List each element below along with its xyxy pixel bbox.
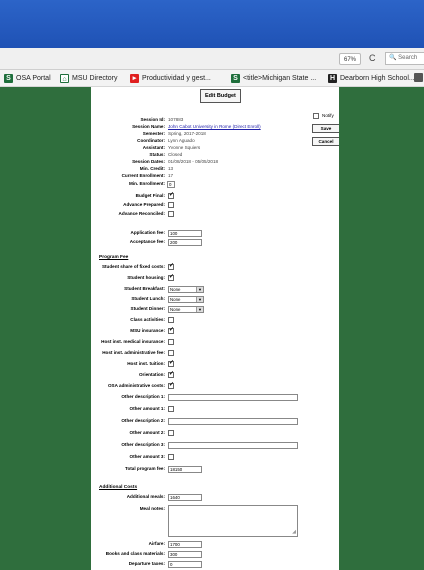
budget-final-label: Budget Final: <box>135 193 165 198</box>
current-enrollment-value: 17 <box>168 173 174 178</box>
search-placeholder: Search <box>398 55 418 61</box>
other-amount-1-label: Other amount 1: <box>129 406 165 411</box>
lunch-value: None <box>170 297 181 302</box>
meal-notes-label: Meal notes: <box>139 506 165 511</box>
bookmark-michigan-state[interactable]: S <title>Michigan State ... <box>231 73 316 84</box>
dinner-select[interactable]: None ▼ <box>168 306 204 313</box>
fixed-costs-checkbox[interactable] <box>168 262 174 270</box>
meal-notes-textarea[interactable]: ◢ <box>168 505 298 537</box>
class-activities-label: Class activities: <box>130 317 165 322</box>
host-tuition-label: Host inst. tuition: <box>127 361 165 366</box>
program-fee-heading: Program Fee <box>99 255 129 260</box>
bookmark-osa-portal[interactable]: S OSA Portal <box>4 73 51 84</box>
other-desc-1-input[interactable] <box>168 394 298 401</box>
airfare-label: Airfare: <box>148 541 165 546</box>
lunch-select[interactable]: None ▼ <box>168 296 204 303</box>
zoom-level[interactable]: 67% <box>339 53 362 65</box>
chevron-down-icon: ▼ <box>196 297 203 302</box>
advance-prepared-label: Advance Prepared: <box>123 202 165 207</box>
additional-meals-input[interactable]: 1640 <box>168 494 202 501</box>
dinner-label: Student Dinner: <box>130 306 165 311</box>
msu-s-icon: S <box>231 74 240 83</box>
breakfast-value: None <box>170 287 181 292</box>
host-admin-label: Host inst. administrative fee: <box>102 350 165 355</box>
orientation-label: Orientation: <box>138 372 165 377</box>
other-desc-2-input[interactable] <box>168 418 298 425</box>
other-amount-2-label: Other amount 2: <box>129 430 165 435</box>
chevron-down-icon: ▼ <box>196 307 203 312</box>
lunch-label: Student Lunch: <box>131 296 165 301</box>
edit-budget-button[interactable]: Edit Budget <box>200 89 241 103</box>
host-medical-checkbox[interactable] <box>168 339 174 345</box>
bookmark-productividad[interactable]: ▸ Productividad y gest... <box>130 73 211 84</box>
other-desc-3-input[interactable] <box>168 442 298 449</box>
other-amount-3-label: Other amount 3: <box>129 454 165 459</box>
youtube-icon: ▸ <box>130 74 139 83</box>
msu-s-icon: S <box>4 74 13 83</box>
host-tuition-checkbox[interactable] <box>168 359 174 367</box>
other-amount-1-checkbox[interactable] <box>168 406 174 412</box>
books-input[interactable]: 300 <box>168 551 202 558</box>
advance-prepared-checkbox[interactable] <box>168 202 174 208</box>
search-input[interactable]: 🔍 Search <box>385 52 424 65</box>
total-program-fee-label: Total program fee: <box>125 466 165 471</box>
navigation-bar: 67% C 🔍 Search <box>0 48 424 70</box>
msu-insurance-checkbox[interactable] <box>168 326 174 334</box>
osa-admin-label: OSA administrative costs: <box>107 383 165 388</box>
housing-label: Student housing: <box>127 275 165 280</box>
departure-taxes-label: Departure taxes: <box>128 561 165 566</box>
application-fee-input[interactable]: 100 <box>168 230 202 237</box>
acceptance-fee-input[interactable]: 200 <box>168 239 202 246</box>
current-enrollment-label: Current Enrollment: <box>121 173 165 178</box>
min-enrollment-input[interactable]: 0 <box>167 181 175 188</box>
additional-meals-label: Additional meals: <box>126 494 165 499</box>
airfare-input[interactable]: 1700 <box>168 541 202 548</box>
housing-checkbox[interactable] <box>168 273 174 281</box>
host-admin-checkbox[interactable] <box>168 350 174 356</box>
class-activities-checkbox[interactable] <box>168 317 174 323</box>
orientation-checkbox[interactable] <box>168 370 174 378</box>
dinner-value: None <box>170 307 181 312</box>
breakfast-select[interactable]: None ▼ <box>168 286 204 293</box>
other-amount-3-checkbox[interactable] <box>168 454 174 460</box>
resize-grip-icon[interactable]: ◢ <box>292 530 296 535</box>
school-icon: H <box>328 74 337 83</box>
total-program-fee-input[interactable]: 18150 <box>168 466 202 473</box>
bookmark-label: OSA Portal <box>16 75 51 82</box>
acceptance-fee-label: Acceptance fee: <box>129 239 165 244</box>
breakfast-label: Student Breakfast: <box>124 286 165 291</box>
spartan-icon: ⌂ <box>60 74 69 83</box>
extension-icon <box>414 73 423 82</box>
budget-final-checkbox[interactable] <box>168 191 174 199</box>
advance-reconciled-label: Advance Reconciled: <box>118 211 165 216</box>
books-label: Books and class materials: <box>105 551 165 556</box>
departure-taxes-input[interactable]: 0 <box>168 561 202 568</box>
other-desc-3-label: Other description 3: <box>121 442 165 447</box>
chevron-down-icon: ▼ <box>196 287 203 292</box>
reload-icon[interactable]: C <box>369 52 376 65</box>
budget-form-panel: Edit Budget Notify Save Cancel Session I… <box>91 87 339 570</box>
bookmark-label: Productividad y gest... <box>142 75 211 82</box>
other-amount-2-checkbox[interactable] <box>168 430 174 436</box>
bookmark-label: MSU Directory <box>72 75 118 82</box>
msu-insurance-label: MSU insurance: <box>130 328 165 333</box>
bookmark-msu-directory[interactable]: ⌂ MSU Directory <box>60 73 118 84</box>
advance-reconciled-checkbox[interactable] <box>168 211 174 217</box>
application-fee-label: Application fee: <box>130 230 165 235</box>
browser-title-bar <box>0 0 424 48</box>
bookmark-label: Dearborn High School... <box>340 75 415 82</box>
bookmarks-bar: S OSA Portal ⌂ MSU Directory ▸ Productiv… <box>0 70 424 87</box>
host-medical-label: Host inst. medical insurance: <box>101 339 165 344</box>
fixed-costs-label: Student share of fixed costs: <box>101 264 165 269</box>
bookmark-label: <title>Michigan State ... <box>243 75 317 82</box>
bookmark-overflow[interactable] <box>414 73 424 82</box>
osa-admin-checkbox[interactable] <box>168 381 174 389</box>
min-enrollment-label: Min. Enrollment: <box>129 181 165 186</box>
other-desc-2-label: Other description 2: <box>121 418 165 423</box>
additional-costs-heading: Additional Costs <box>99 485 138 490</box>
bookmark-dearborn[interactable]: H Dearborn High School... <box>328 73 415 84</box>
other-desc-1-label: Other description 1: <box>121 394 165 399</box>
